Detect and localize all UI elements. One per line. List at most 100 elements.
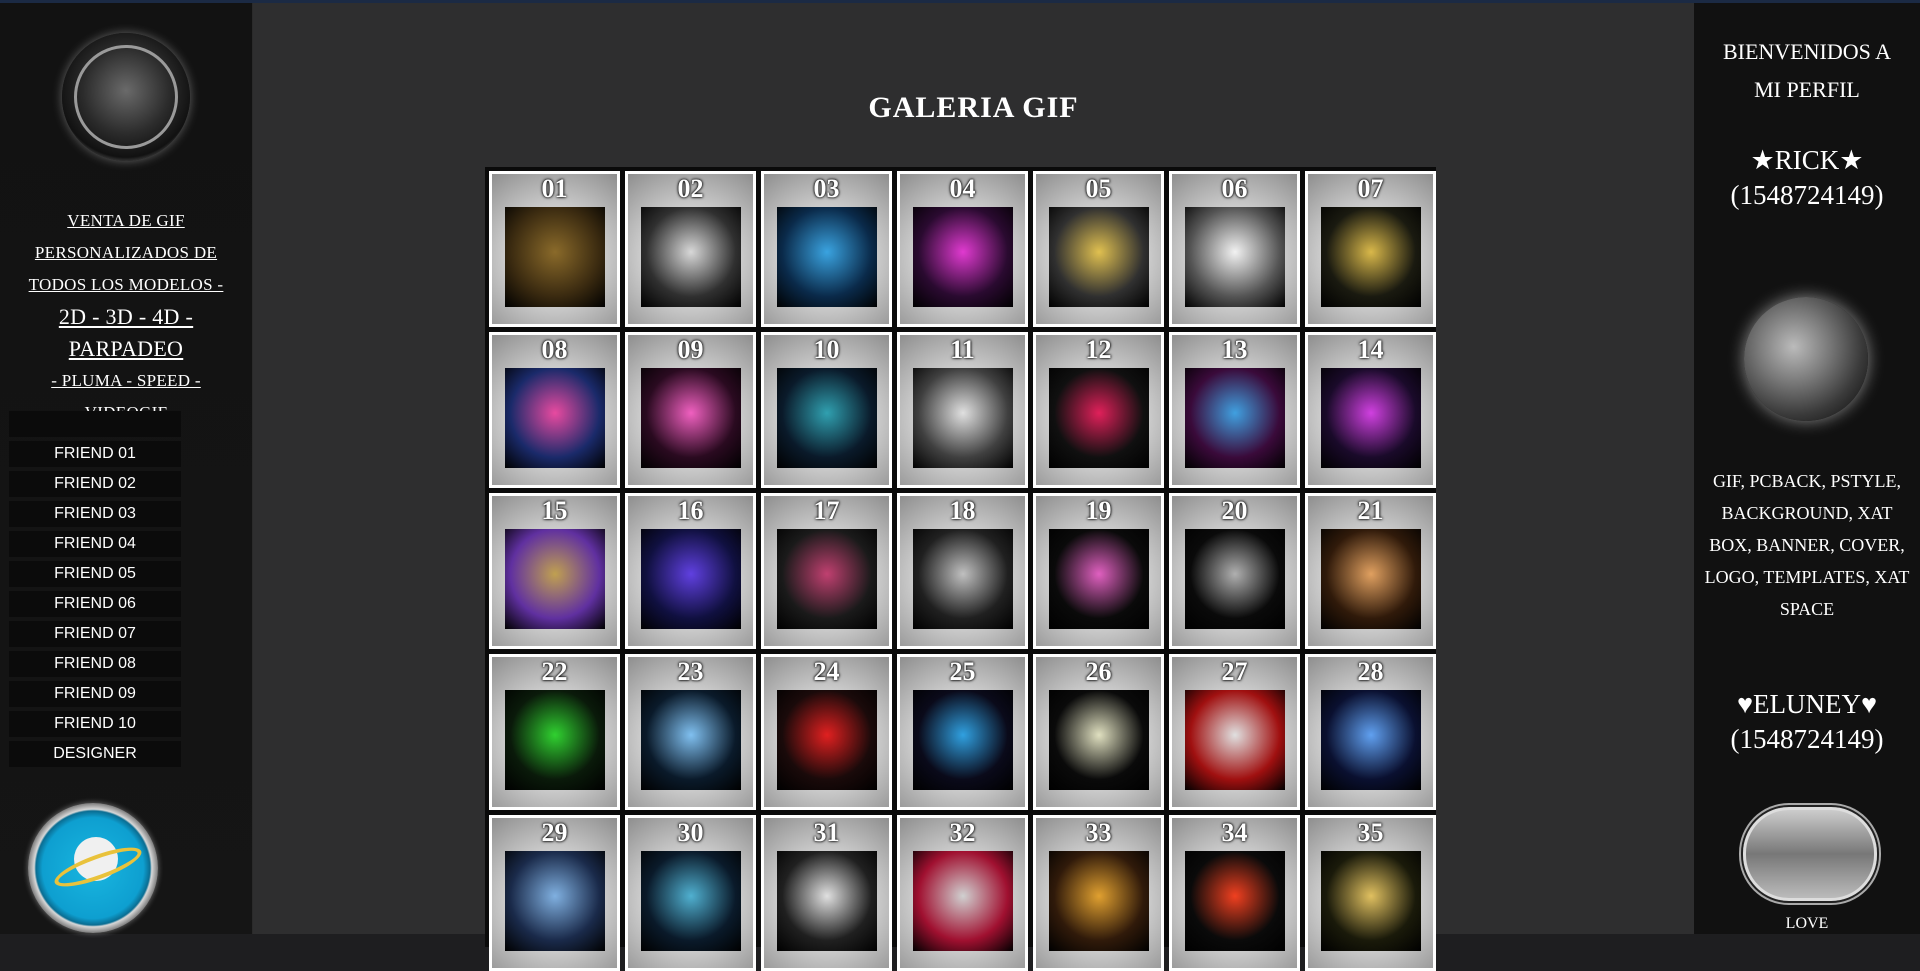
gif-tile[interactable]: 07	[1305, 171, 1436, 327]
gif-tile[interactable]: 27	[1169, 654, 1300, 810]
gif-tile-number: 01	[541, 174, 568, 203]
gif-thumbnail[interactable]	[505, 690, 605, 790]
gif-thumbnail[interactable]	[777, 529, 877, 629]
gif-tile[interactable]: 05	[1033, 171, 1164, 327]
gif-thumbnail[interactable]	[641, 368, 741, 468]
gif-tile[interactable]: 01	[489, 171, 620, 327]
gif-tile[interactable]: 12	[1033, 332, 1164, 488]
gif-tile[interactable]: 33	[1033, 815, 1164, 971]
gif-thumbnail[interactable]	[1185, 851, 1285, 951]
gif-tile[interactable]: 16	[625, 493, 756, 649]
gif-tile-number: 14	[1357, 335, 1384, 364]
friend-link[interactable]: FRIEND 09	[9, 681, 181, 707]
gif-tile-number: 27	[1221, 657, 1248, 686]
gif-tile[interactable]: 03	[761, 171, 892, 327]
gif-tile[interactable]: 31	[761, 815, 892, 971]
gif-tile[interactable]: 23	[625, 654, 756, 810]
promo-line: PERSONALIZADOS DE	[34, 243, 218, 262]
gif-thumbnail[interactable]	[1049, 690, 1149, 790]
gif-tile[interactable]: 09	[625, 332, 756, 488]
rick-avatar-icon[interactable]	[1744, 297, 1868, 421]
gif-thumbnail[interactable]	[1321, 529, 1421, 629]
gif-tile[interactable]: 22	[489, 654, 620, 810]
gif-thumbnail[interactable]	[641, 690, 741, 790]
gif-thumbnail[interactable]	[1049, 207, 1149, 307]
gif-tile[interactable]: 17	[761, 493, 892, 649]
friend-link[interactable]: FRIEND 02	[9, 471, 181, 497]
gif-thumbnail[interactable]	[1321, 851, 1421, 951]
gif-thumbnail[interactable]	[777, 851, 877, 951]
gif-tile[interactable]: 30	[625, 815, 756, 971]
gif-tile[interactable]: 32	[897, 815, 1028, 971]
welcome-line: BIENVENIDOS A	[1722, 39, 1892, 64]
gif-tile[interactable]: 04	[897, 171, 1028, 327]
gif-tile[interactable]: 20	[1169, 493, 1300, 649]
gif-tile[interactable]: 13	[1169, 332, 1300, 488]
gif-thumbnail[interactable]	[1321, 690, 1421, 790]
friend-link[interactable]: FRIEND 05	[9, 561, 181, 587]
gif-tile-number: 15	[541, 496, 568, 525]
gif-thumbnail[interactable]	[505, 851, 605, 951]
gif-thumbnail[interactable]	[1049, 368, 1149, 468]
gif-tile[interactable]: 34	[1169, 815, 1300, 971]
gif-tile-number: 07	[1357, 174, 1384, 203]
gif-tile[interactable]: 06	[1169, 171, 1300, 327]
gif-thumbnail[interactable]	[1049, 851, 1149, 951]
gif-tile[interactable]: 24	[761, 654, 892, 810]
gif-tile-number: 10	[813, 335, 840, 364]
gif-thumbnail[interactable]	[1049, 529, 1149, 629]
friend-link[interactable]: FRIEND 06	[9, 591, 181, 617]
gif-thumbnail[interactable]	[1185, 207, 1285, 307]
gif-thumbnail[interactable]	[913, 368, 1013, 468]
gif-tile-number: 25	[949, 657, 976, 686]
designer-link[interactable]: DESIGNER	[9, 741, 181, 767]
gif-tile[interactable]: 15	[489, 493, 620, 649]
gif-tile[interactable]: 28	[1305, 654, 1436, 810]
gif-tile[interactable]: 14	[1305, 332, 1436, 488]
gif-thumbnail[interactable]	[913, 690, 1013, 790]
friend-link[interactable]: FRIEND 08	[9, 651, 181, 677]
saturn-icon[interactable]	[28, 803, 158, 933]
gif-thumbnail[interactable]	[1185, 368, 1285, 468]
gif-thumbnail[interactable]	[1185, 690, 1285, 790]
gif-tile[interactable]: 02	[625, 171, 756, 327]
gif-tile[interactable]: 10	[761, 332, 892, 488]
friend-link[interactable]: FRIEND 10	[9, 711, 181, 737]
gif-thumbnail[interactable]	[913, 851, 1013, 951]
gif-thumbnail[interactable]	[1185, 529, 1285, 629]
gif-thumbnail[interactable]	[1321, 368, 1421, 468]
gif-tile[interactable]: 21	[1305, 493, 1436, 649]
gif-tile[interactable]: 35	[1305, 815, 1436, 971]
gif-tile-number: 31	[813, 818, 840, 847]
gif-thumbnail[interactable]	[913, 529, 1013, 629]
friend-link[interactable]: FRIEND 01	[9, 441, 181, 467]
love-image-icon[interactable]	[1743, 807, 1877, 901]
rick-logo-icon[interactable]	[62, 33, 190, 161]
gif-thumbnail[interactable]	[505, 207, 605, 307]
gif-thumbnail[interactable]	[641, 207, 741, 307]
gif-tile[interactable]: 26	[1033, 654, 1164, 810]
gif-tile[interactable]: 11	[897, 332, 1028, 488]
friend-link[interactable]: FRIEND 03	[9, 501, 181, 527]
gif-thumbnail[interactable]	[505, 368, 605, 468]
gif-thumbnail[interactable]	[1321, 207, 1421, 307]
gif-tile-number: 13	[1221, 335, 1248, 364]
user-id: (1548724149)	[1730, 724, 1884, 754]
gif-tile-number: 33	[1085, 818, 1112, 847]
gif-tile[interactable]: 18	[897, 493, 1028, 649]
friend-link[interactable]: FRIEND 04	[9, 531, 181, 557]
gif-thumbnail[interactable]	[777, 207, 877, 307]
gif-tile[interactable]: 29	[489, 815, 620, 971]
promo-link[interactable]: VENTA DE GIF PERSONALIZADOS DE TODOS LOS…	[0, 205, 252, 429]
gif-thumbnail[interactable]	[641, 529, 741, 629]
gif-tile[interactable]: 19	[1033, 493, 1164, 649]
friends-menu: FRIEND 01 FRIEND 02 FRIEND 03 FRIEND 04 …	[9, 411, 181, 771]
gif-tile[interactable]: 08	[489, 332, 620, 488]
gif-thumbnail[interactable]	[777, 368, 877, 468]
gif-thumbnail[interactable]	[641, 851, 741, 951]
gif-thumbnail[interactable]	[913, 207, 1013, 307]
gif-tile[interactable]: 25	[897, 654, 1028, 810]
gif-thumbnail[interactable]	[777, 690, 877, 790]
gif-thumbnail[interactable]	[505, 529, 605, 629]
friend-link[interactable]: FRIEND 07	[9, 621, 181, 647]
